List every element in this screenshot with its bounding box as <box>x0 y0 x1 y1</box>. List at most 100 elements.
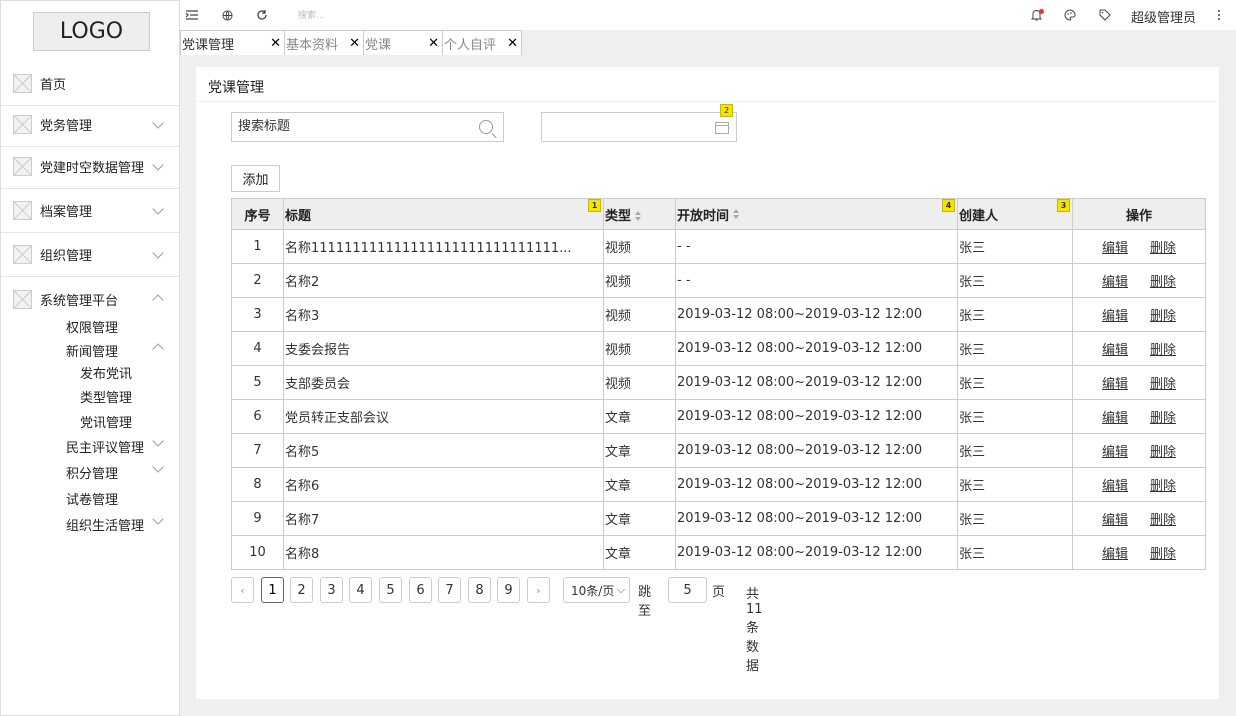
cell-creator: 张三 <box>957 297 1073 332</box>
cell-open-time: 2019-03-12 08:00~2019-03-12 12:00 <box>675 433 958 468</box>
delete-link[interactable]: 删除 <box>1150 275 1176 290</box>
cell-actions: 编辑 删除 <box>1072 467 1206 502</box>
page-button[interactable]: 3 <box>320 577 343 603</box>
sidebar-item-system-platform[interactable]: 系统管理平台 <box>1 277 179 321</box>
delete-link[interactable]: 删除 <box>1150 411 1176 426</box>
edit-link[interactable]: 编辑 <box>1102 377 1128 392</box>
page-button[interactable]: 5 <box>379 577 402 603</box>
add-button[interactable]: 添加 <box>231 165 280 192</box>
edit-link[interactable]: 编辑 <box>1102 411 1128 426</box>
cell-type: 视频 <box>603 297 676 332</box>
page-title: 党课管理 <box>208 80 264 96</box>
sidebar-item-party-affairs[interactable]: 党务管理 <box>1 103 179 147</box>
palette-icon[interactable] <box>1063 8 1077 22</box>
sidebar-item-spatiotemporal-data[interactable]: 党建时空数据管理 <box>1 145 179 189</box>
cell-type: 视频 <box>603 365 676 400</box>
chevron-down-icon <box>153 119 163 129</box>
edit-link[interactable]: 编辑 <box>1102 343 1128 358</box>
tab-party-course[interactable]: 党课管理 ✕ <box>180 30 285 55</box>
menu-collapse-icon[interactable] <box>185 8 199 22</box>
edit-link[interactable]: 编辑 <box>1102 275 1128 290</box>
page-button[interactable]: 4 <box>349 577 372 603</box>
close-icon[interactable]: ✕ <box>428 36 439 51</box>
delete-link[interactable]: 删除 <box>1150 445 1176 460</box>
tag-icon[interactable] <box>1098 8 1112 22</box>
cell-actions: 编辑 删除 <box>1072 263 1206 298</box>
annotation-badge: 3 <box>1057 199 1070 212</box>
delete-link[interactable]: 删除 <box>1150 377 1176 392</box>
page-button[interactable]: 8 <box>468 577 491 603</box>
admin-user-name[interactable]: 超级管理员 <box>1131 7 1196 26</box>
delete-link[interactable]: 删除 <box>1150 241 1176 256</box>
cell-type: 文章 <box>603 433 676 468</box>
col-header-open-time[interactable]: 开放时间 4 <box>675 198 958 230</box>
tab-course[interactable]: 党课 ✕ <box>363 30 443 55</box>
page-button[interactable]: 9 <box>497 577 520 603</box>
edit-link[interactable]: 编辑 <box>1102 547 1128 562</box>
chevron-down-icon <box>153 205 163 215</box>
sidebar-sub-exams[interactable]: 试卷管理 <box>66 489 118 508</box>
date-picker[interactable] <box>541 112 737 142</box>
next-page-button[interactable]: › <box>527 577 550 603</box>
prev-page-button[interactable]: ‹ <box>231 577 254 603</box>
page-button[interactable]: 7 <box>438 577 461 603</box>
sidebar-item-home[interactable]: 首页 <box>1 62 179 106</box>
cell-actions: 编辑 删除 <box>1072 365 1206 400</box>
col-header-type[interactable]: 类型 <box>603 198 676 230</box>
sort-icon[interactable] <box>733 209 740 219</box>
sidebar-item-label: 系统管理平台 <box>40 293 119 309</box>
top-search-input[interactable]: 搜索... <box>298 8 325 21</box>
sidebar-sub-type-management[interactable]: 类型管理 <box>80 387 132 406</box>
cell-open-time: 2019-03-12 08:00~2019-03-12 12:00 <box>675 297 958 332</box>
sidebar-sub-permissions[interactable]: 权限管理 <box>66 317 118 336</box>
chevron-down-icon <box>153 437 163 447</box>
sidebar-sub-news[interactable]: 新闻管理 <box>66 341 118 360</box>
cell-open-time: 2019-03-12 08:00~2019-03-12 12:00 <box>675 467 958 502</box>
sidebar-sub-democratic-review[interactable]: 民主评议管理 <box>66 437 144 456</box>
search-icon[interactable] <box>479 120 493 134</box>
sidebar-sub-publish-news[interactable]: 发布党讯 <box>80 363 132 382</box>
sidebar-sub-points[interactable]: 积分管理 <box>66 463 118 482</box>
tab-self-evaluation[interactable]: 个人自评 ✕ <box>442 30 522 55</box>
sidebar-sub-news-management[interactable]: 党讯管理 <box>80 412 132 431</box>
edit-link[interactable]: 编辑 <box>1102 241 1128 256</box>
edit-link[interactable]: 编辑 <box>1102 309 1128 324</box>
cell-title: 名称5 <box>283 433 604 468</box>
page-size-value: 10条/页 <box>571 583 615 598</box>
chevron-down-icon <box>153 515 163 525</box>
cell-index: 1 <box>231 229 284 264</box>
globe-icon[interactable] <box>220 8 234 22</box>
title-search-input[interactable] <box>238 119 468 134</box>
title-search-field[interactable] <box>231 112 504 142</box>
sidebar-item-label: 首页 <box>40 78 67 93</box>
close-icon[interactable]: ✕ <box>507 36 518 51</box>
table-row: 4 支委会报告 视频 2019-03-12 08:00~2019-03-12 12:0… <box>231 331 1206 366</box>
table-row: 9 名称7 文章 2019-03-12 08:00~2019-03-12 12:00 张… <box>231 501 1206 536</box>
edit-link[interactable]: 编辑 <box>1102 513 1128 528</box>
delete-link[interactable]: 删除 <box>1150 343 1176 358</box>
delete-link[interactable]: 删除 <box>1150 547 1176 562</box>
jump-page-input[interactable]: 5 <box>668 577 707 603</box>
close-icon[interactable]: ✕ <box>349 36 360 51</box>
chevron-down-icon <box>153 249 163 259</box>
sort-icon[interactable] <box>635 211 642 221</box>
delete-link[interactable]: 删除 <box>1150 479 1176 494</box>
sidebar-sub-org-life[interactable]: 组织生活管理 <box>66 515 144 534</box>
page-button[interactable]: 2 <box>290 577 313 603</box>
refresh-icon[interactable] <box>255 8 269 22</box>
calendar-icon[interactable] <box>715 122 729 134</box>
cell-open-time: 2019-03-12 08:00~2019-03-12 12:00 <box>675 331 958 366</box>
edit-link[interactable]: 编辑 <box>1102 445 1128 460</box>
more-vertical-icon[interactable] <box>1212 8 1226 22</box>
page-button[interactable]: 1 <box>261 577 284 603</box>
page-size-select[interactable]: 10条/页 <box>563 577 630 603</box>
edit-link[interactable]: 编辑 <box>1102 479 1128 494</box>
page-button[interactable]: 6 <box>409 577 432 603</box>
delete-link[interactable]: 删除 <box>1150 309 1176 324</box>
close-icon[interactable]: ✕ <box>270 36 281 51</box>
cell-creator: 张三 <box>957 229 1073 264</box>
delete-link[interactable]: 删除 <box>1150 513 1176 528</box>
sidebar-item-organization[interactable]: 组织管理 <box>1 233 179 277</box>
tab-basic-info[interactable]: 基本资料 ✕ <box>284 30 364 55</box>
sidebar-item-archives[interactable]: 档案管理 <box>1 189 179 233</box>
